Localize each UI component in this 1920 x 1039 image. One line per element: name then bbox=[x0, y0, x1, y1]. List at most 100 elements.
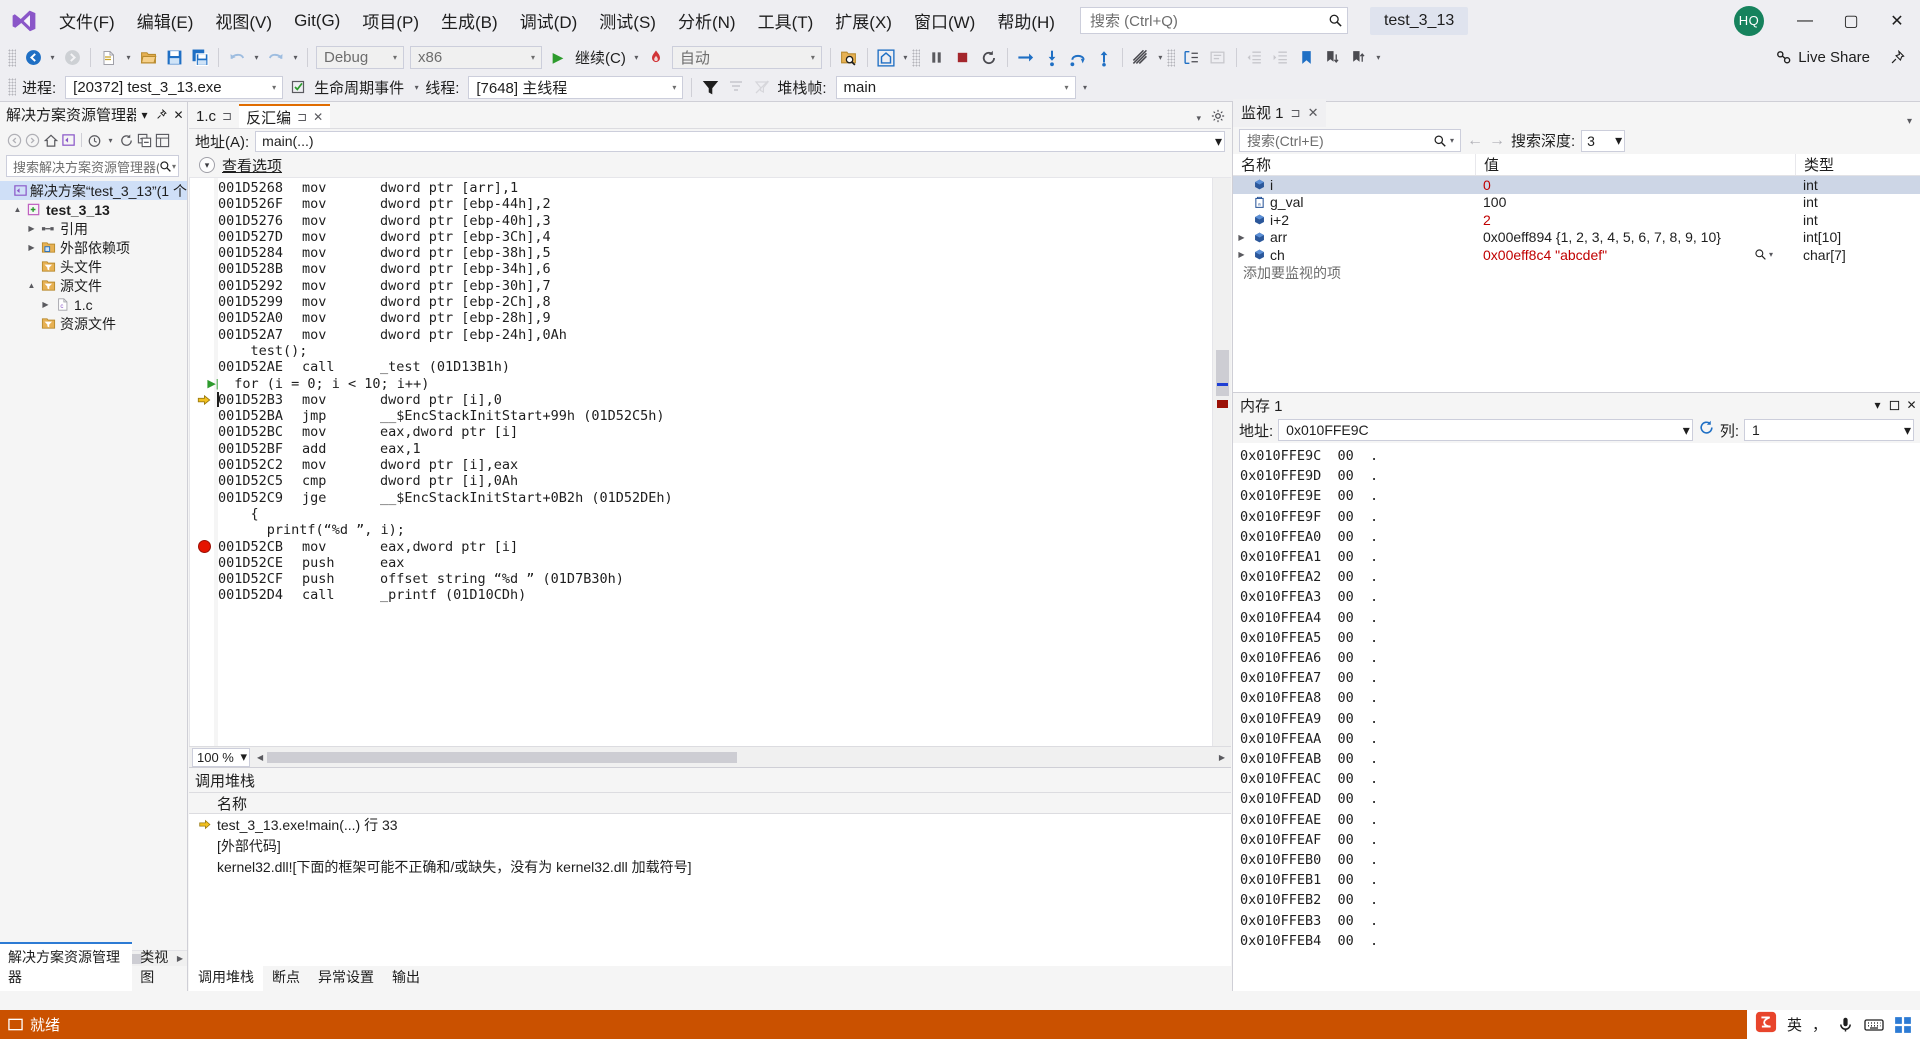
memory-row[interactable]: 0x010FFE9D 00 . bbox=[1240, 466, 1920, 486]
tab-1c[interactable]: 1.c ⊐ bbox=[189, 104, 239, 128]
disassembly-line[interactable]: 001D527D mov dword ptr [ebp-3Ch],4 bbox=[218, 229, 1211, 245]
menu-extensions[interactable]: 扩展(X) bbox=[824, 3, 903, 38]
prev-bookmark-icon[interactable] bbox=[1346, 45, 1372, 70]
watch-value[interactable]: 0 bbox=[1475, 177, 1795, 193]
bookmarks-dropdown-icon[interactable]: ▾ bbox=[1372, 53, 1385, 62]
memory-row[interactable]: 0x010FFEA8 00 . bbox=[1240, 688, 1920, 708]
disassembly-line[interactable]: 001D52D4 call _printf (01D10CDh) bbox=[218, 587, 1211, 603]
toolbox-icon[interactable] bbox=[1894, 1016, 1912, 1034]
watch-row[interactable]: ▶ arr 0x00eff894 {1, 2, 3, 4, 5, 6, 7, 8… bbox=[1233, 229, 1920, 247]
hot-reload-icon[interactable] bbox=[643, 45, 669, 70]
lifecycle-dropdown-icon[interactable]: ▾ bbox=[410, 83, 423, 92]
pin-icon[interactable] bbox=[1884, 45, 1910, 70]
tab-breakpoints[interactable]: 断点 bbox=[263, 964, 309, 991]
memory-row[interactable]: 0x010FFEB0 00 . bbox=[1240, 850, 1920, 870]
watch-value[interactable]: 2 bbox=[1475, 212, 1795, 228]
find-in-files-icon[interactable] bbox=[836, 45, 862, 70]
close-icon[interactable]: ✕ bbox=[1903, 395, 1920, 415]
memory-row[interactable]: 0x010FFEA0 00 . bbox=[1240, 527, 1920, 547]
disassembly-line[interactable]: 001D52C9 jge __$EncStackInitStart+0B2h (01… bbox=[218, 490, 1211, 506]
punctuation-icon[interactable]: ， bbox=[1812, 1014, 1827, 1035]
memory-address-input[interactable]: 0x010FFE9C ▾ bbox=[1278, 419, 1693, 441]
disassembly-line[interactable]: 001D52A0 mov dword ptr [ebp-28h],9 bbox=[218, 310, 1211, 326]
chevron-down-icon[interactable]: ▾ bbox=[199, 157, 215, 173]
chevron-down-icon[interactable]: ▾ bbox=[1447, 136, 1457, 145]
step-over-icon[interactable] bbox=[1065, 45, 1091, 70]
memory-row[interactable]: 0x010FFEA1 00 . bbox=[1240, 547, 1920, 567]
new-file-icon[interactable] bbox=[96, 45, 122, 70]
pause-icon[interactable] bbox=[924, 45, 950, 70]
watch-expander[interactable]: ▶ bbox=[1233, 250, 1250, 259]
chevron-down-icon[interactable]: ▾ bbox=[1904, 422, 1911, 439]
watch-name-cell[interactable]: i bbox=[1233, 177, 1475, 193]
menu-project[interactable]: 项目(P) bbox=[351, 3, 430, 38]
filter-options-icon[interactable] bbox=[723, 75, 749, 100]
tree-item-external-dependencies[interactable]: ▶ 外部依赖项 bbox=[0, 238, 187, 257]
open-folder-icon[interactable] bbox=[135, 45, 161, 70]
tab-exception-settings[interactable]: 异常设置 bbox=[309, 964, 383, 991]
refresh-icon[interactable] bbox=[1698, 419, 1715, 441]
sync-with-active-document-icon[interactable] bbox=[60, 130, 77, 150]
watch-name-cell[interactable]: i+2 bbox=[1233, 212, 1475, 228]
view-options-label[interactable]: 查看选项 bbox=[222, 155, 282, 176]
arrow-left-icon[interactable]: ← bbox=[1467, 132, 1483, 150]
tab-class-view[interactable]: 类视图 bbox=[132, 944, 187, 991]
pin-icon[interactable]: ⊐ bbox=[222, 109, 232, 123]
toolbar-grip[interactable] bbox=[1166, 48, 1175, 67]
toolbar-grip[interactable] bbox=[8, 48, 16, 67]
watch-name-cell[interactable]: ▶ ch bbox=[1233, 247, 1475, 263]
disassembly-code[interactable]: 001D5268 mov dword ptr [arr],1 001D526F mov d… bbox=[218, 178, 1211, 746]
tree-item-source-file-1c[interactable]: ▶ c 1.c bbox=[0, 295, 187, 314]
watch-name-cell[interactable]: ▶ arr bbox=[1233, 229, 1475, 245]
memory-row[interactable]: 0x010FFEA2 00 . bbox=[1240, 567, 1920, 587]
tree-expander[interactable]: ▶ bbox=[24, 243, 39, 252]
undo-dropdown-icon[interactable]: ▾ bbox=[250, 53, 263, 62]
navigate-back-icon[interactable] bbox=[20, 45, 46, 70]
disassembly-line[interactable]: 001D52CB mov eax,dword ptr [i] bbox=[218, 539, 1211, 555]
tree-item-source-files[interactable]: ▲ 源文件 bbox=[0, 276, 187, 295]
memory-row[interactable]: 0x010FFEB3 00 . bbox=[1240, 911, 1920, 931]
menu-help[interactable]: 帮助(H) bbox=[986, 3, 1066, 38]
stackframe-select[interactable]: main ▾ bbox=[835, 75, 1076, 99]
tree-item-header-files[interactable]: 头文件 bbox=[0, 257, 187, 276]
call-stack-row[interactable]: kernel32.dll![下面的框架可能不正确和/或缺失，没有为 kernel… bbox=[189, 856, 1231, 877]
tab-call-stack[interactable]: 调用堆栈 bbox=[189, 962, 263, 991]
disassembly-line[interactable]: 001D52BF add eax,1 bbox=[218, 441, 1211, 457]
disassembly-line[interactable]: 001D528B mov dword ptr [ebp-34h],6 bbox=[218, 261, 1211, 277]
menu-view[interactable]: 视图(V) bbox=[204, 3, 283, 38]
continue-play-icon[interactable]: ▶ bbox=[545, 45, 571, 70]
scroll-left-arrow-icon[interactable]: ◀ bbox=[253, 753, 267, 762]
search-depth-select[interactable]: 3 ▾ bbox=[1581, 129, 1626, 152]
chevron-down-icon[interactable]: ▾ bbox=[172, 162, 176, 171]
scroll-thumb[interactable] bbox=[267, 751, 738, 763]
menu-analyze[interactable]: 分析(N) bbox=[667, 3, 747, 38]
menu-test[interactable]: 测试(S) bbox=[588, 3, 667, 38]
disassembly-line[interactable]: 001D5268 mov dword ptr [arr],1 bbox=[218, 180, 1211, 196]
menu-debug[interactable]: 调试(D) bbox=[509, 3, 589, 38]
tree-item-references[interactable]: ▶ 引用 bbox=[0, 219, 187, 238]
threads-icon[interactable] bbox=[1128, 45, 1154, 70]
close-icon[interactable]: ✕ bbox=[170, 105, 187, 125]
disassembly-line[interactable]: 001D52BA jmp __$EncStackInitStart+99h (01D… bbox=[218, 408, 1211, 424]
forward-icon[interactable] bbox=[24, 130, 41, 150]
thread-select[interactable]: [7648] 主线程 ▾ bbox=[468, 75, 684, 99]
memory-row[interactable]: 0x010FFEA3 00 . bbox=[1240, 587, 1920, 607]
memory-row[interactable]: 0x010FFEB4 00 . bbox=[1240, 931, 1920, 951]
solution-explorer-search-input[interactable]: 搜索解决方案资源管理器( ▾ bbox=[6, 155, 179, 177]
scroll-thumb[interactable] bbox=[1216, 350, 1229, 396]
memory-row[interactable]: 0x010FFEA6 00 . bbox=[1240, 648, 1920, 668]
show-next-statement-icon[interactable] bbox=[1013, 45, 1039, 70]
toolbar-grip[interactable] bbox=[911, 48, 920, 67]
debugbar-overflow-icon[interactable]: ▾ bbox=[1079, 83, 1092, 92]
ime-language-label[interactable]: 英 bbox=[1787, 1014, 1802, 1035]
undo-icon[interactable] bbox=[224, 45, 250, 70]
watch-row[interactable]: i+2 2 int bbox=[1233, 211, 1920, 229]
continue-dropdown-icon[interactable]: ▾ bbox=[630, 53, 643, 62]
source-line[interactable]: { bbox=[218, 506, 1211, 522]
memory-columns-select[interactable]: 1 ▾ bbox=[1744, 419, 1914, 441]
no-filter-icon[interactable] bbox=[749, 75, 775, 100]
save-icon[interactable] bbox=[161, 45, 187, 70]
toggle-outlining-icon[interactable] bbox=[1179, 45, 1205, 70]
threads-dropdown-icon[interactable]: ▾ bbox=[1154, 53, 1167, 62]
filter-icon[interactable] bbox=[697, 75, 723, 100]
